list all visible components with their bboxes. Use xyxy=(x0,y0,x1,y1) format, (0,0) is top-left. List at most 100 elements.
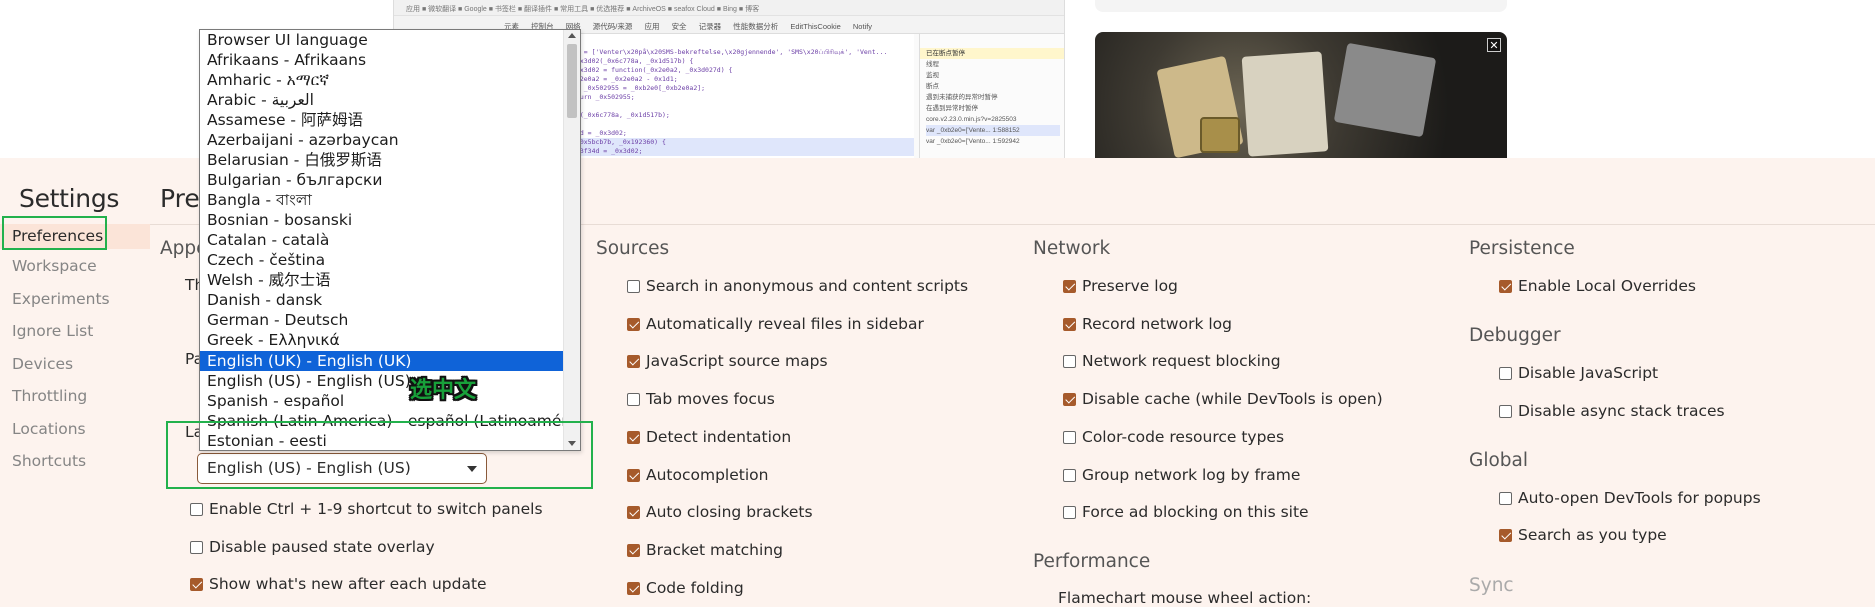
auto-closing-brackets-option[interactable]: Auto closing brackets xyxy=(627,503,813,521)
language-option[interactable]: Czech - čeština xyxy=(200,250,564,270)
debug-option[interactable]: 在遇到异常时暂停 xyxy=(926,103,1060,114)
option-label: Tab moves focus xyxy=(646,390,775,408)
debug-section[interactable]: 断点 xyxy=(926,81,1060,92)
enable-local-overrides-option[interactable]: Enable Local Overrides xyxy=(1499,277,1696,295)
debug-option[interactable]: 遇到未捕获的异常时暂停 xyxy=(926,92,1060,103)
scrollbar-thumb[interactable] xyxy=(567,44,577,118)
checkbox-checked[interactable] xyxy=(1063,317,1076,331)
language-option[interactable]: Belarusian - 白俄罗斯语 xyxy=(200,150,564,170)
auto-open-devtools-popups-option[interactable]: Auto-open DevTools for popups xyxy=(1499,489,1761,507)
checkbox[interactable] xyxy=(1063,354,1076,368)
sidebar-item-locations[interactable]: Locations xyxy=(12,420,86,438)
breakpoint-item[interactable]: var _0xb2e0=['Vente... 1:588152 xyxy=(926,125,1060,136)
checkbox-checked[interactable] xyxy=(190,577,203,591)
breakpoint-file[interactable]: core.v2.23.0.min.js?v=2825503 xyxy=(926,114,1060,125)
enable-ctrl-shortcut-option[interactable]: Enable Ctrl + 1-9 shortcut to switch pan… xyxy=(190,500,543,518)
checkbox-checked[interactable] xyxy=(1063,392,1076,406)
network-request-blocking-option[interactable]: Network request blocking xyxy=(1063,352,1281,370)
sidebar-item-shortcuts[interactable]: Shortcuts xyxy=(12,452,86,470)
bracket-matching-option[interactable]: Bracket matching xyxy=(627,541,783,559)
color-code-resources-option[interactable]: Color-code resource types xyxy=(1063,428,1284,446)
language-option[interactable]: Azerbaijani - azərbaycan xyxy=(200,130,564,150)
language-option[interactable]: Catalan - català xyxy=(200,230,564,250)
language-option[interactable]: German - Deutsch xyxy=(200,310,564,330)
sidebar-item-experiments[interactable]: Experiments xyxy=(12,290,110,308)
checkbox-checked[interactable] xyxy=(627,543,640,557)
debug-section[interactable]: 监视 xyxy=(926,70,1060,81)
sidebar-item-throttling[interactable]: Throttling xyxy=(12,387,87,405)
checkbox-checked[interactable] xyxy=(627,430,640,444)
checkbox[interactable] xyxy=(190,540,203,554)
language-option[interactable]: Bangla - বাংলা xyxy=(200,190,564,210)
language-option[interactable]: Afrikaans - Afrikaans xyxy=(200,50,564,70)
checkbox[interactable] xyxy=(1063,468,1076,482)
show-whats-new-option[interactable]: Show what's new after each update xyxy=(190,575,487,593)
language-option[interactable]: Danish - dansk xyxy=(200,290,564,310)
option-label: Bracket matching xyxy=(646,541,783,559)
language-option[interactable]: Spanish - español xyxy=(200,391,564,411)
detect-indentation-option[interactable]: Detect indentation xyxy=(627,428,791,446)
auto-reveal-files-option[interactable]: Automatically reveal files in sidebar xyxy=(627,315,924,333)
group-by-frame-option[interactable]: Group network log by frame xyxy=(1063,466,1300,484)
language-option[interactable]: Browser UI language xyxy=(200,30,564,50)
breakpoint-item[interactable]: var _0xb2e0=['Vento... 1:592942 xyxy=(926,136,1060,147)
checkbox[interactable] xyxy=(190,502,203,516)
checkbox-checked[interactable] xyxy=(1499,279,1512,293)
disable-paused-overlay-option[interactable]: Disable paused state overlay xyxy=(190,538,435,556)
js-source-maps-option[interactable]: JavaScript source maps xyxy=(627,352,828,370)
devtools-tab[interactable]: 源代码/来源 xyxy=(593,22,633,31)
disable-cache-option[interactable]: Disable cache (while DevTools is open) xyxy=(1063,390,1383,408)
checkbox[interactable] xyxy=(627,279,640,293)
sidebar-item-devices[interactable]: Devices xyxy=(12,355,73,373)
search-as-you-type-option[interactable]: Search as you type xyxy=(1499,526,1667,544)
tab-moves-focus-option[interactable]: Tab moves focus xyxy=(627,390,775,408)
checkbox[interactable] xyxy=(1063,505,1076,519)
devtools-tab[interactable]: 应用 xyxy=(644,22,659,31)
code-line-highlighted: (_0x5bcb7b, _0x192360) { xyxy=(572,138,914,147)
checkbox[interactable] xyxy=(1063,430,1076,444)
sidebar-item-workspace[interactable]: Workspace xyxy=(12,257,97,275)
language-option[interactable]: Amharic - አማርኛ xyxy=(200,70,564,90)
scroll-up-arrow-icon[interactable] xyxy=(568,33,576,38)
preserve-log-option[interactable]: Preserve log xyxy=(1063,277,1178,295)
dropdown-scrollbar[interactable] xyxy=(563,30,580,450)
close-icon[interactable]: ✕ xyxy=(1487,38,1501,52)
devtools-tab[interactable]: 性能数据分析 xyxy=(733,22,778,31)
disable-async-stack-option[interactable]: Disable async stack traces xyxy=(1499,402,1725,420)
language-option[interactable]: Welsh - 威尔士语 xyxy=(200,270,564,290)
checkbox-checked[interactable] xyxy=(627,317,640,331)
language-option[interactable]: English (US) - English (US) xyxy=(200,371,564,391)
force-ad-blocking-option[interactable]: Force ad blocking on this site xyxy=(1063,503,1309,521)
checkbox[interactable] xyxy=(1499,491,1512,505)
language-option[interactable]: Bosnian - bosanski xyxy=(200,210,564,230)
sidebar-item-ignore-list[interactable]: Ignore List xyxy=(12,322,93,340)
checkbox-checked[interactable] xyxy=(1499,528,1512,542)
checkbox-checked[interactable] xyxy=(627,468,640,482)
code-folding-option[interactable]: Code folding xyxy=(627,579,744,597)
checkbox[interactable] xyxy=(1499,366,1512,380)
checkbox[interactable] xyxy=(627,392,640,406)
debug-section[interactable]: 线程 xyxy=(926,59,1060,70)
checkbox-checked[interactable] xyxy=(627,505,640,519)
language-option[interactable]: Arabic - العربية xyxy=(200,90,564,110)
devtools-tab[interactable]: EditThisCookie xyxy=(790,22,840,31)
image-card-shape xyxy=(1333,42,1437,138)
checkbox-checked[interactable] xyxy=(627,581,640,595)
search-anonymous-scripts-option[interactable]: Search in anonymous and content scripts xyxy=(627,277,968,295)
devtools-tab[interactable]: 安全 xyxy=(672,22,687,31)
record-network-log-option[interactable]: Record network log xyxy=(1063,315,1232,333)
checkbox[interactable] xyxy=(1499,404,1512,418)
devtools-tab[interactable]: Notify xyxy=(853,22,872,31)
devtools-tab[interactable]: 记录器 xyxy=(699,22,722,31)
language-option[interactable]: Assamese - 阿萨姆语 xyxy=(200,110,564,130)
checkbox-checked[interactable] xyxy=(627,354,640,368)
autocompletion-option[interactable]: Autocompletion xyxy=(627,466,768,484)
language-dropdown-list[interactable]: Browser UI language Afrikaans - Afrikaan… xyxy=(199,29,581,451)
language-option[interactable]: Greek - Ελληνικά xyxy=(200,330,564,350)
option-label: Search in anonymous and content scripts xyxy=(646,277,969,295)
settings-title: Settings xyxy=(19,184,120,213)
language-option[interactable]: Bulgarian - български xyxy=(200,170,564,190)
disable-javascript-option[interactable]: Disable JavaScript xyxy=(1499,364,1658,382)
language-option-selected[interactable]: English (UK) - English (UK) xyxy=(200,351,564,371)
checkbox-checked[interactable] xyxy=(1063,279,1076,293)
